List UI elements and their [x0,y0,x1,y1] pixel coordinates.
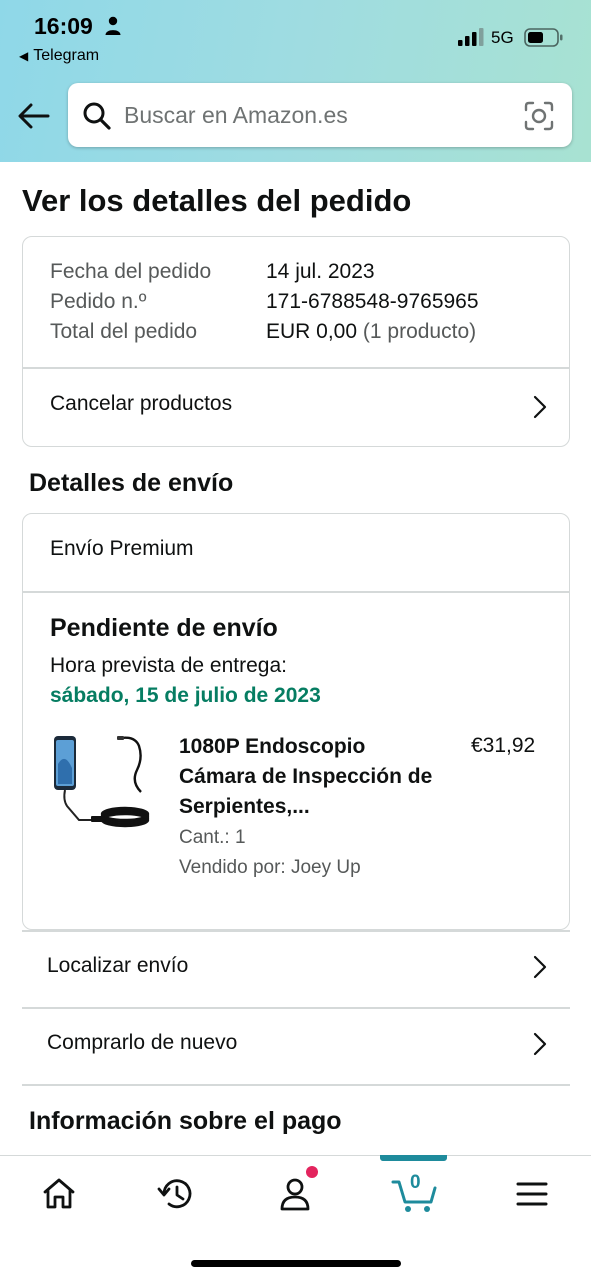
order-date-value: 14 jul. 2023 [266,260,375,283]
order-number-value: 171-6788548-9765965 [266,290,479,313]
shipment-status: Pendiente de envío [50,614,278,642]
account-icon[interactable] [273,1174,317,1214]
active-tab-indicator [380,1155,447,1161]
order-number-label: Pedido n.º [50,290,147,313]
person-icon [105,16,121,35]
shipping-section-title: Detalles de envío [29,469,234,497]
product-title-link[interactable]: 1080P Endoscopio Cámara de Inspección de… [179,732,439,822]
notification-dot [306,1166,318,1178]
back-to-app-link[interactable]: ◀ Telegram [19,47,99,65]
search-icon [83,102,111,130]
buy-again-label: Comprarlo de nuevo [47,1031,238,1054]
back-triangle-icon: ◀ [19,49,29,63]
signal-icon [458,28,484,46]
order-total-amount: EUR 0,00 [266,320,358,343]
battery-icon [524,28,563,47]
home-icon[interactable] [37,1174,81,1214]
product-image[interactable] [51,734,151,834]
search-bar[interactable] [68,83,572,147]
track-shipment-label: Localizar envío [47,954,189,977]
app-header: 16:09 ◀ Telegram 5G [0,0,591,162]
order-date-label: Fecha del pedido [50,260,212,283]
order-summary-card: Fecha del pedido 14 jul. 2023 Pedido n.º… [22,236,570,447]
product-seller: Vendido por: Joey Up [179,857,361,878]
menu-icon[interactable] [510,1174,554,1214]
chevron-right-icon [533,395,547,419]
order-total-value: EUR 0,00 (1 producto) [266,320,476,344]
cancel-products-button[interactable]: Cancelar productos [23,368,569,446]
payment-section-title: Información sobre el pago [29,1107,342,1135]
product-quantity: Cant.: 1 [179,827,246,848]
camera-scan-icon[interactable] [524,101,554,131]
page-title: Ver los detalles del pedido [22,183,412,218]
divider [23,591,569,593]
buy-again-button[interactable]: Comprarlo de nuevo [22,1007,570,1084]
order-total-label: Total del pedido [50,320,198,343]
eta-label: Hora prevista de entrega: [50,654,287,677]
track-shipment-button[interactable]: Localizar envío [22,930,570,1007]
chevron-right-icon [533,955,547,979]
status-time: 16:09 [34,13,93,39]
network-type: 5G [491,28,514,47]
back-arrow-icon[interactable] [16,100,52,132]
chevron-right-icon [533,1032,547,1056]
product-price: €31,92 [471,734,536,757]
search-input[interactable] [124,97,504,133]
eta-date: sábado, 15 de julio de 2023 [50,684,321,707]
divider [22,1084,570,1086]
shipping-method: Envío Premium [50,537,194,560]
order-total-count: (1 producto) [362,320,477,343]
cancel-products-label: Cancelar productos [50,392,233,415]
back-app-label: Telegram [33,47,100,64]
shipment-card: Envío Premium Pendiente de envío Hora pr… [22,513,570,930]
cart-count: 0 [410,1172,421,1193]
home-indicator[interactable] [191,1260,401,1267]
history-icon[interactable] [155,1174,199,1214]
